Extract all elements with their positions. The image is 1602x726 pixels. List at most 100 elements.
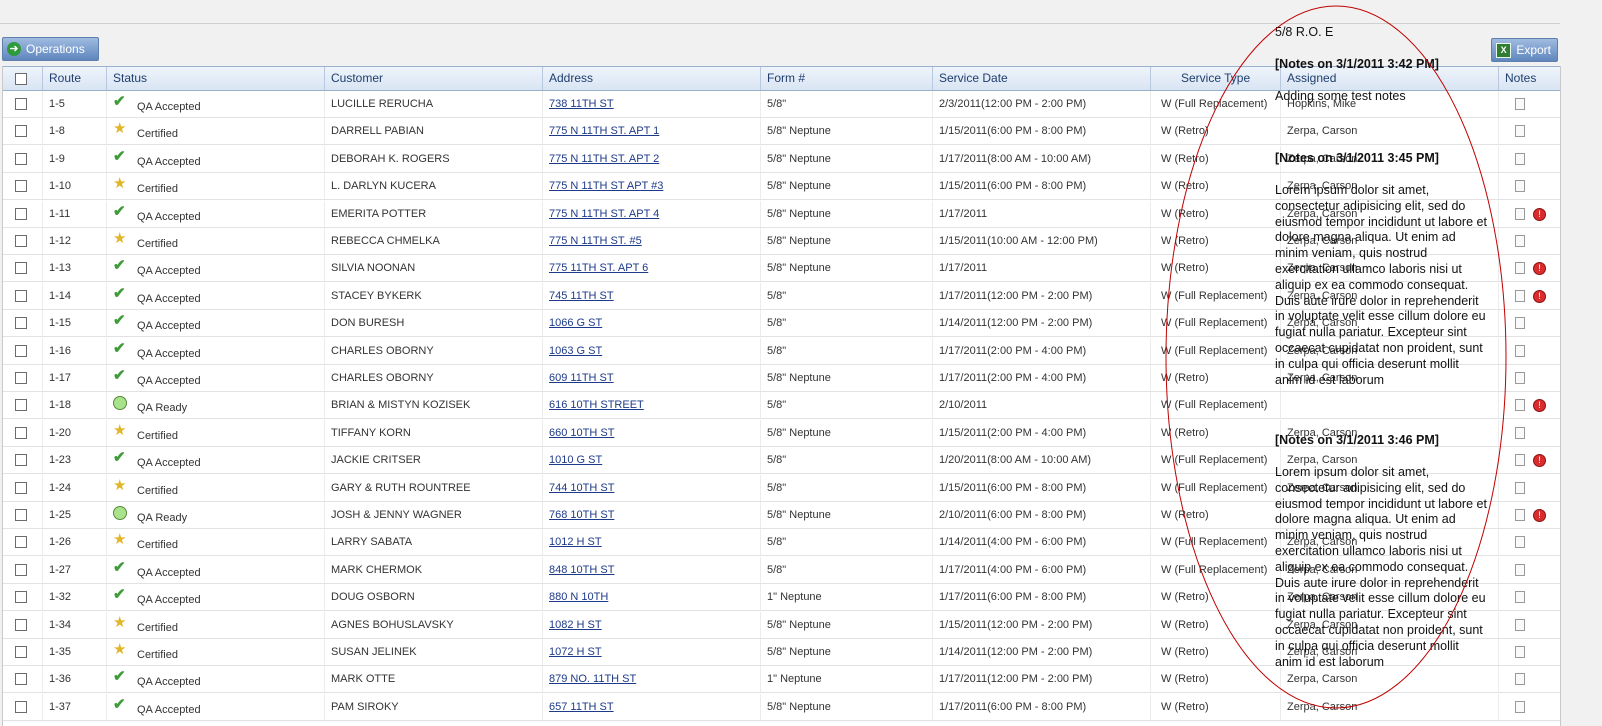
row-checkbox[interactable] xyxy=(15,317,27,330)
notes-cell[interactable] xyxy=(1498,639,1560,665)
column-header-status[interactable]: Status xyxy=(106,67,324,90)
notes-cell[interactable]: ! xyxy=(1498,392,1560,419)
address-cell[interactable]: 1066 G ST xyxy=(542,310,760,337)
notes-cell[interactable]: ! xyxy=(1498,282,1560,309)
address-link[interactable]: 738 11TH ST xyxy=(549,98,614,110)
row-checkbox[interactable] xyxy=(15,262,27,275)
address-link[interactable]: 880 N 10TH xyxy=(549,591,608,603)
column-header-customer[interactable]: Customer xyxy=(324,67,542,90)
select-all-checkbox[interactable] xyxy=(15,73,27,85)
note-document-icon[interactable] xyxy=(1515,207,1525,220)
note-document-icon[interactable] xyxy=(1515,344,1525,357)
address-link[interactable]: 775 11TH ST. APT 6 xyxy=(549,262,648,274)
row-checkbox[interactable] xyxy=(15,289,27,302)
row-checkbox[interactable] xyxy=(15,700,27,713)
column-header-service-type[interactable]: Service Type xyxy=(1150,67,1280,90)
address-cell[interactable]: 775 N 11TH ST. APT 4 xyxy=(542,200,760,227)
notes-cell[interactable]: ! xyxy=(1498,447,1560,474)
note-document-icon[interactable] xyxy=(1515,317,1525,330)
address-link[interactable]: 616 10TH STREET xyxy=(549,399,644,411)
row-checkbox[interactable] xyxy=(15,646,27,658)
notes-cell[interactable] xyxy=(1498,118,1560,145)
row-checkbox[interactable] xyxy=(15,618,27,631)
notes-cell[interactable] xyxy=(1498,611,1560,638)
address-cell[interactable]: 775 N 11TH ST. #5 xyxy=(542,228,760,254)
address-link[interactable]: 848 10TH ST xyxy=(549,564,614,576)
note-document-icon[interactable] xyxy=(1515,591,1525,604)
address-cell[interactable]: 879 NO. 11TH ST xyxy=(542,666,760,693)
address-cell[interactable]: 738 11TH ST xyxy=(542,91,760,117)
address-cell[interactable]: 745 11TH ST xyxy=(542,282,760,309)
address-cell[interactable]: 775 N 11TH ST. APT 1 xyxy=(542,118,760,145)
address-link[interactable]: 657 11TH ST xyxy=(549,701,614,713)
note-document-icon[interactable] xyxy=(1515,180,1525,193)
alert-icon[interactable]: ! xyxy=(1533,207,1546,221)
row-checkbox[interactable] xyxy=(15,125,27,138)
note-document-icon[interactable] xyxy=(1515,98,1525,110)
address-link[interactable]: 775 N 11TH ST. APT 2 xyxy=(549,153,659,165)
row-checkbox[interactable] xyxy=(15,98,27,110)
address-cell[interactable]: 768 10TH ST xyxy=(542,502,760,528)
row-checkbox[interactable] xyxy=(15,481,27,494)
notes-cell[interactable]: ! xyxy=(1498,200,1560,227)
address-link[interactable]: 775 N 11TH ST. APT 1 xyxy=(549,125,659,137)
note-document-icon[interactable] xyxy=(1515,618,1525,631)
operations-button[interactable]: ➜ Operations xyxy=(2,37,99,61)
address-link[interactable]: 879 NO. 11TH ST xyxy=(549,673,636,685)
address-cell[interactable]: 1063 G ST xyxy=(542,337,760,364)
notes-cell[interactable] xyxy=(1498,337,1560,364)
notes-cell[interactable] xyxy=(1498,474,1560,501)
row-checkbox[interactable] xyxy=(15,235,27,247)
table-row[interactable]: 1-18 QA Ready BRIAN & MISTYN KOZISEK 616 10… xyxy=(3,392,1560,420)
notes-cell[interactable]: ! xyxy=(1498,502,1560,528)
address-cell[interactable]: 775 N 11TH ST APT #3 xyxy=(542,173,760,200)
table-row[interactable]: 1-36 ✔ QA Accepted MARK OTTE 879 NO. 11TH ST… xyxy=(3,666,1560,694)
row-checkbox[interactable] xyxy=(15,673,27,686)
note-document-icon[interactable] xyxy=(1515,426,1525,439)
address-cell[interactable]: 880 N 10TH xyxy=(542,584,760,611)
address-link[interactable]: 768 10TH ST xyxy=(549,509,614,521)
column-header-address[interactable]: Address xyxy=(542,67,760,90)
notes-cell[interactable] xyxy=(1498,693,1560,720)
note-document-icon[interactable] xyxy=(1515,563,1525,576)
note-document-icon[interactable] xyxy=(1515,235,1525,247)
row-checkbox[interactable] xyxy=(15,426,27,439)
address-cell[interactable]: 616 10TH STREET xyxy=(542,392,760,419)
address-cell[interactable]: 660 10TH ST xyxy=(542,419,760,446)
address-link[interactable]: 660 10TH ST xyxy=(549,427,614,439)
alert-icon[interactable]: ! xyxy=(1533,262,1546,276)
note-document-icon[interactable] xyxy=(1515,481,1525,494)
address-link[interactable]: 1066 G ST xyxy=(549,317,602,329)
address-link[interactable]: 775 N 11TH ST. #5 xyxy=(549,235,642,247)
note-document-icon[interactable] xyxy=(1515,673,1525,686)
notes-cell[interactable] xyxy=(1498,310,1560,337)
address-link[interactable]: 1082 H ST xyxy=(549,619,602,631)
note-document-icon[interactable] xyxy=(1515,399,1525,412)
column-header-route[interactable]: Route xyxy=(42,67,106,90)
note-document-icon[interactable] xyxy=(1515,700,1525,713)
alert-icon[interactable]: ! xyxy=(1533,289,1546,303)
column-header-form[interactable]: Form # xyxy=(760,67,932,90)
column-header-service-date[interactable]: Service Date xyxy=(932,67,1150,90)
alert-icon[interactable]: ! xyxy=(1533,509,1546,522)
address-cell[interactable]: 1010 G ST xyxy=(542,447,760,474)
notes-cell[interactable] xyxy=(1498,91,1560,117)
address-cell[interactable]: 609 11TH ST xyxy=(542,365,760,391)
address-link[interactable]: 775 N 11TH ST. APT 4 xyxy=(549,208,659,220)
export-button[interactable]: X Export xyxy=(1491,38,1558,62)
row-checkbox[interactable] xyxy=(15,399,27,412)
notes-cell[interactable] xyxy=(1498,666,1560,693)
column-header-notes[interactable]: Notes xyxy=(1498,67,1560,90)
address-cell[interactable]: 1082 H ST xyxy=(542,611,760,638)
row-checkbox[interactable] xyxy=(15,180,27,193)
notes-cell[interactable] xyxy=(1498,529,1560,556)
note-document-icon[interactable] xyxy=(1515,125,1525,138)
note-document-icon[interactable] xyxy=(1515,152,1525,165)
row-checkbox[interactable] xyxy=(15,207,27,220)
address-link[interactable]: 1063 G ST xyxy=(549,345,602,357)
address-link[interactable]: 745 11TH ST xyxy=(549,290,614,302)
row-checkbox[interactable] xyxy=(15,536,27,549)
notes-cell[interactable] xyxy=(1498,228,1560,254)
notes-cell[interactable] xyxy=(1498,365,1560,391)
note-document-icon[interactable] xyxy=(1515,372,1525,384)
